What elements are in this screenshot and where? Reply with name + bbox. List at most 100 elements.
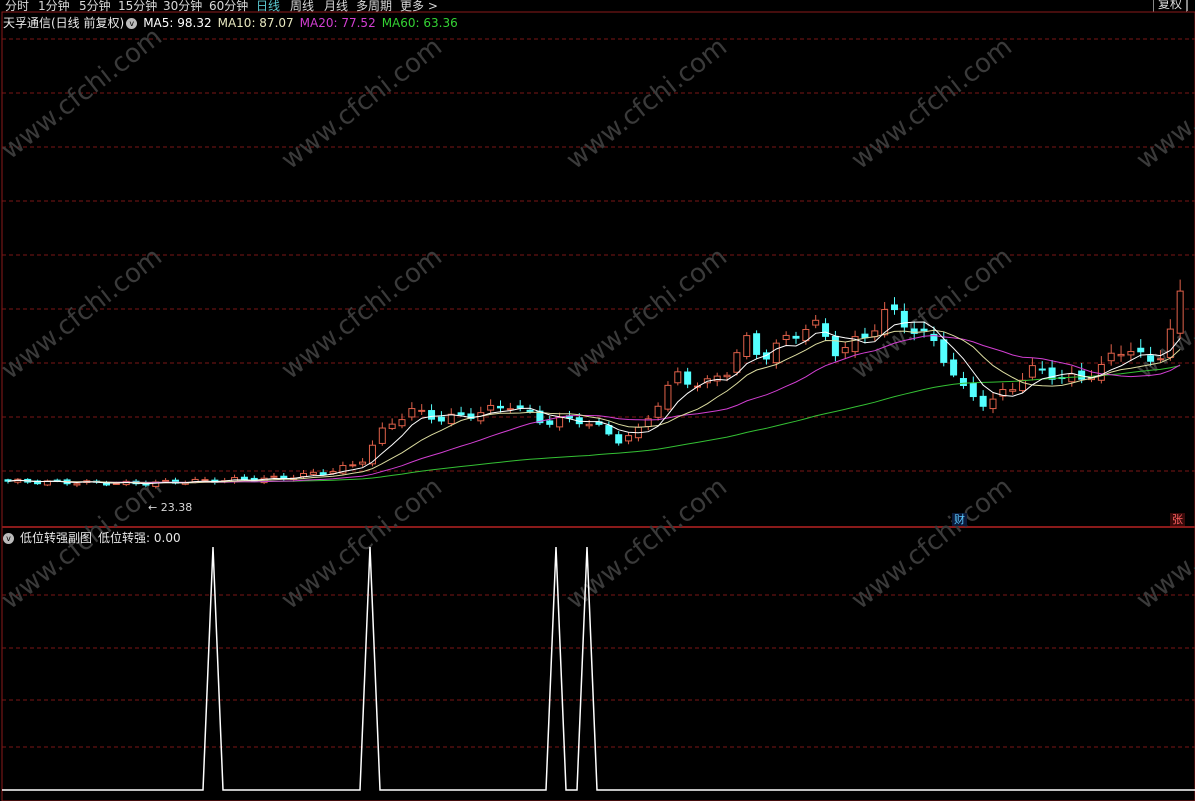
candle-body [526,409,534,412]
candle-body [792,335,800,339]
candle-body [300,472,307,478]
candle-body [940,339,948,363]
candle-body [398,419,406,427]
candle-body [368,444,376,465]
candle-body [969,382,977,398]
candle-body [1166,328,1174,358]
candle-body [309,471,317,475]
candle-body [959,378,967,386]
candle-body [605,425,613,435]
candle-body [270,475,278,478]
watermark-text: www.cfchi.com [0,242,168,386]
candle-body [240,476,248,480]
ma10-value: MA10: 87.07 [217,16,294,30]
candle-body [733,352,741,373]
candle-body [201,479,209,482]
ma5-value: MA5: 98.32 [143,16,212,30]
candle-body [349,464,357,467]
candle-body [1107,352,1115,362]
candle-body [388,423,396,429]
sub-settings-icon[interactable]: v [3,533,14,544]
candle-body [822,323,830,337]
watermark-text: www.cfchi.com [561,242,733,386]
candle-body [950,359,958,376]
finance-marker[interactable]: 财 [952,513,967,526]
low-price-label: ← 23.38 [148,501,193,514]
candle-body [418,409,426,412]
candle-body [812,319,820,326]
watermark-text: www.cfchi.com [1131,32,1195,176]
candle-body [743,335,751,357]
watermark-text: www.cfchi.com [561,32,733,176]
watermark-text: www.cfchi.com [846,472,1018,616]
candle-body [900,310,908,328]
watermark-text: www.cfchi.com [846,32,1018,176]
candle-body [1147,355,1155,362]
candle-body [487,404,495,411]
watermark-text: www.cfchi.com [846,242,1018,386]
candle-body [772,342,780,364]
main-chart-header: 天孚通信(日线 前复权) v MA5: 98.32 MA10: 87.07 MA20: … [3,14,464,30]
candle-body [1156,358,1164,361]
watermark-text: www.cfchi.com [561,472,733,616]
candle-body [447,413,455,425]
kline-chart[interactable]: www.cfchi.com www.cfchi.com www.cfchi.com w… [0,0,1195,801]
candle-body [989,398,997,410]
candle-body [1127,351,1135,356]
candle-body [1176,290,1184,334]
watermark-text: www.cfchi.com [1131,242,1195,386]
candle-body [654,405,662,418]
candle-body [723,374,731,378]
candle-body [891,304,898,311]
watermark-text: www.cfchi.com [276,472,448,616]
candle-body [378,427,386,444]
candle-body [1009,389,1017,392]
candle-body [831,335,839,357]
candle-body [516,405,524,409]
candle-body [428,410,436,420]
candle-body [1097,363,1105,381]
settings-dropdown-icon[interactable]: v [126,18,138,29]
candle-body [1137,347,1145,353]
candle-body [506,408,514,411]
candle-body [625,435,633,442]
stock-title[interactable]: 天孚通信(日线 前复权) [3,16,124,30]
sub-title[interactable]: 低位转强副图 [20,531,92,545]
candle-body [615,434,623,444]
watermark-text: www.cfchi.com [276,32,448,176]
candle-body [497,405,504,409]
candle-body [664,384,672,410]
candle-body [359,461,367,465]
increase-marker[interactable]: 张 [1170,513,1185,526]
candle-body [979,395,987,407]
watermark-text: www.cfchi.com [276,242,448,386]
candle-body [861,333,869,339]
candle-body [920,328,928,332]
candle-body [1038,368,1046,371]
candle-body [684,371,692,385]
ma60-value: MA60: 63.36 [381,16,458,30]
candle-body [162,479,170,482]
candle-body [556,417,564,428]
watermark-text: www.cfchi.com [0,22,168,166]
candle-body [408,408,416,418]
candle-body [1028,365,1036,378]
sub-value: 低位转强: 0.00 [98,531,181,545]
candle-body [319,472,327,476]
candle-body [674,371,682,384]
ma60-line [7,365,1181,483]
candle-body [457,412,465,416]
candle-body [841,347,849,354]
ma20-value: MA20: 77.52 [299,16,376,30]
watermark-text: www.cfchi.com [1131,472,1195,616]
candle-body [585,423,593,427]
candle-body [753,333,761,355]
candle-body [782,334,790,341]
sub-chart-header: v 低位转强副图 低位转强: 0.00 [3,529,187,545]
candle-body [546,420,554,425]
candle-body [280,475,288,479]
candle-body [1117,353,1125,357]
candle-body [112,483,120,486]
candle-body [437,416,445,422]
candle-body [73,483,81,486]
